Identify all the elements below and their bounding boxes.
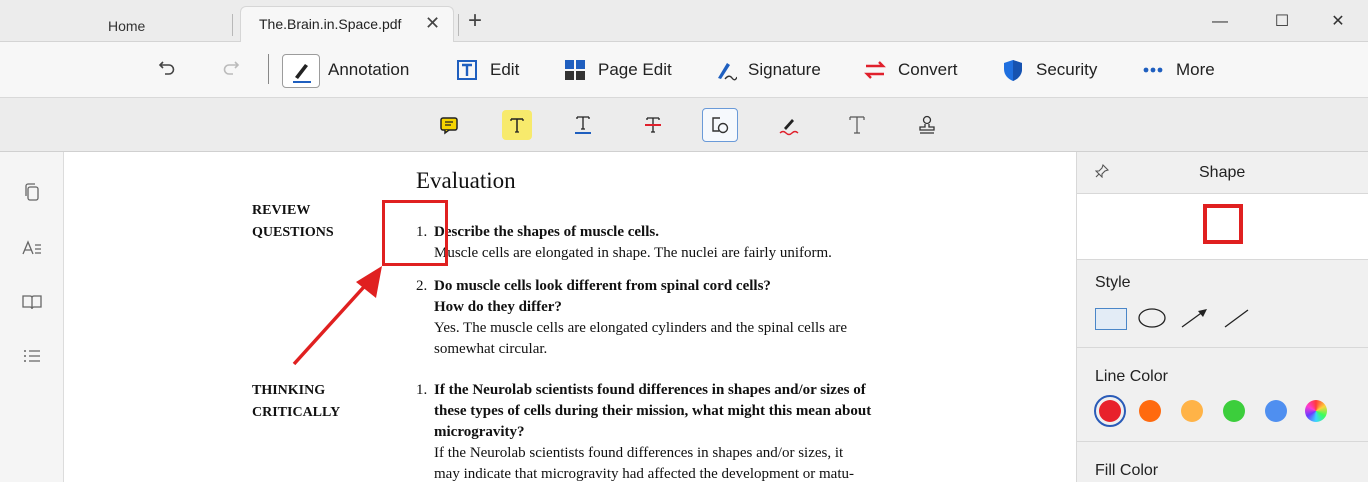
shape-properties-panel: Shape Style Line Color Fill Color xyxy=(1076,152,1368,482)
shape-preview xyxy=(1077,194,1368,260)
security-label: Security xyxy=(1036,60,1098,79)
annotation-pen-icon xyxy=(293,64,311,83)
color-picker-icon[interactable] xyxy=(1305,400,1327,422)
fill-color-label: Fill Color xyxy=(1095,462,1159,479)
color-swatch-green[interactable] xyxy=(1223,400,1245,422)
highlight-icon[interactable] xyxy=(502,110,532,140)
answer-text: may indicate that microgravity had affec… xyxy=(434,466,854,482)
close-window-button[interactable]: ✕ xyxy=(1318,8,1358,36)
main-toolbar: Annotation Edit Page Edit Signature Conv… xyxy=(0,42,1368,98)
question-text: If the Neurolab scientists found differe… xyxy=(434,382,866,398)
more-button[interactable]: More xyxy=(1140,54,1215,86)
bookmark-icon[interactable] xyxy=(20,290,44,314)
color-swatch-yellow[interactable] xyxy=(1181,400,1203,422)
undo-icon[interactable] xyxy=(158,58,176,81)
question-text: How do they differ? xyxy=(434,299,562,315)
style-rectangle-option[interactable] xyxy=(1095,308,1127,330)
shape-icon[interactable] xyxy=(702,108,738,142)
review-label-line: REVIEW xyxy=(252,203,311,218)
edit-label: Edit xyxy=(490,60,520,79)
style-arrow-option[interactable] xyxy=(1177,304,1211,332)
color-swatch-red[interactable] xyxy=(1099,400,1121,422)
tab-home-label: Home xyxy=(108,18,146,34)
rectangle-annotation[interactable] xyxy=(382,200,448,266)
signature-label: Signature xyxy=(748,60,821,79)
question-text: microgravity? xyxy=(434,424,525,440)
question-1: 1. Describe the shapes of muscle cells. M… xyxy=(416,222,956,264)
answer-text: Muscle cells are elongated in shape. The… xyxy=(434,245,832,261)
pdf-page: Evaluation REVIEW QUESTIONS 1. Describe t… xyxy=(64,152,1076,482)
strikethrough-icon[interactable] xyxy=(638,110,668,140)
shield-icon xyxy=(1000,57,1026,83)
arrow-annotation[interactable] xyxy=(284,260,394,370)
edit-button[interactable]: Edit xyxy=(454,54,519,86)
pencil-icon[interactable] xyxy=(774,110,804,140)
tab-document-label: The.Brain.in.Space.pdf xyxy=(259,16,402,32)
security-button[interactable]: Security xyxy=(1000,54,1097,86)
question-number: 1. xyxy=(416,382,428,398)
annotation-label: Annotation xyxy=(328,60,410,79)
annotation-icon-box[interactable] xyxy=(282,54,320,88)
answer-text: Yes. The muscle cells are elongated cyli… xyxy=(434,320,848,336)
tab-close-icon[interactable]: ✕ xyxy=(425,13,440,34)
edit-text-icon xyxy=(454,57,480,83)
tab-document[interactable]: The.Brain.in.Space.pdf ✕ xyxy=(240,6,454,42)
answer-text: somewhat circular. xyxy=(434,341,548,357)
page-edit-label: Page Edit xyxy=(598,60,672,79)
thinking-label-line: THINKING xyxy=(252,383,326,398)
question-2: 2. Do muscle cells look different from sp… xyxy=(416,276,956,360)
more-dots-icon xyxy=(1140,57,1166,83)
thinking-question-1: 1. If the Neurolab scientists found diffe… xyxy=(416,380,956,482)
text-icon[interactable] xyxy=(842,110,872,140)
document-viewer[interactable]: Evaluation REVIEW QUESTIONS 1. Describe t… xyxy=(64,152,1076,482)
convert-icon xyxy=(862,57,888,83)
signature-icon xyxy=(712,57,738,83)
style-label: Style xyxy=(1095,274,1131,291)
style-line-option[interactable] xyxy=(1219,304,1253,332)
redo-icon[interactable] xyxy=(222,58,240,81)
preview-rectangle xyxy=(1203,204,1243,244)
annotation-subtoolbar xyxy=(0,98,1368,152)
pin-icon[interactable] xyxy=(1094,163,1110,181)
color-swatch-orange[interactable] xyxy=(1139,400,1161,422)
thinking-critically-label: THINKING CRITICALLY xyxy=(252,380,340,424)
panel-title: Shape xyxy=(1199,164,1246,181)
answer-text: If the Neurolab scientists found differe… xyxy=(434,445,844,461)
review-label-line: QUESTIONS xyxy=(252,225,334,240)
signature-button[interactable]: Signature xyxy=(712,54,821,86)
question-text: these types of cells during their missio… xyxy=(434,403,872,419)
style-ellipse-option[interactable] xyxy=(1135,304,1169,332)
convert-button[interactable]: Convert xyxy=(862,54,958,86)
title-bar: Home The.Brain.in.Space.pdf ✕ + — ☐ ✕ xyxy=(0,0,1368,42)
question-text: Describe the shapes of muscle cells. xyxy=(434,224,659,240)
toolbar-divider xyxy=(268,54,269,84)
tab-separator xyxy=(458,14,459,36)
note-icon[interactable] xyxy=(434,110,464,140)
minimize-button[interactable]: — xyxy=(1200,8,1240,36)
review-questions-label: REVIEW QUESTIONS xyxy=(252,200,334,244)
line-color-section xyxy=(1077,348,1368,442)
question-text: Do muscle cells look different from spin… xyxy=(434,278,771,294)
convert-label: Convert xyxy=(898,60,958,79)
color-swatch-blue[interactable] xyxy=(1265,400,1287,422)
question-number: 2. xyxy=(416,278,428,294)
more-label: More xyxy=(1176,60,1215,79)
tab-home[interactable]: Home xyxy=(96,10,236,42)
thinking-label-line: CRITICALLY xyxy=(252,405,341,420)
outline-icon[interactable] xyxy=(20,344,44,368)
line-color-label: Line Color xyxy=(1095,368,1168,385)
maximize-button[interactable]: ☐ xyxy=(1262,8,1302,36)
underline-icon[interactable] xyxy=(568,110,598,140)
pages-icon[interactable] xyxy=(20,180,44,204)
page-edit-icon xyxy=(562,57,588,83)
new-tab-icon[interactable]: + xyxy=(468,7,482,35)
text-format-icon[interactable] xyxy=(20,236,44,260)
annotation-button[interactable]: Annotation xyxy=(328,54,409,86)
left-sidebar xyxy=(0,152,64,482)
panel-header: Shape xyxy=(1077,152,1368,194)
page-edit-button[interactable]: Page Edit xyxy=(562,54,672,86)
tab-separator xyxy=(232,14,233,36)
section-heading: Evaluation xyxy=(416,168,516,193)
stamp-icon[interactable] xyxy=(912,110,942,140)
